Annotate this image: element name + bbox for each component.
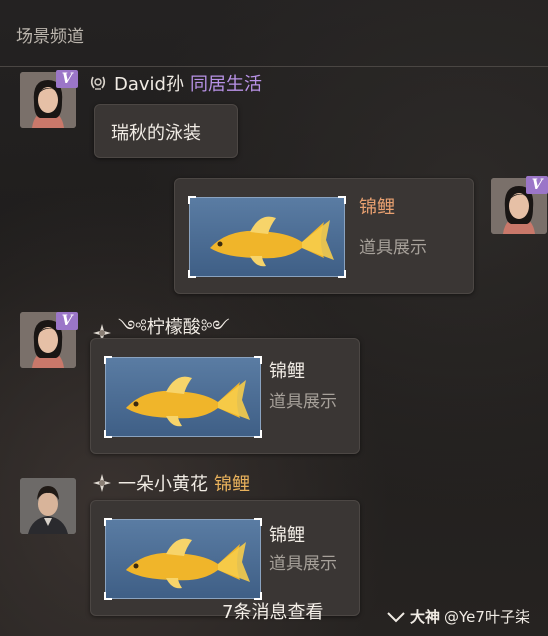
avatar-male[interactable] [20,478,76,534]
item-subtitle: 道具展示 [269,392,337,412]
watermark-handle: @Ye7叶子柒 [444,608,530,626]
sender-row: David孙 同居生活 [88,70,262,96]
item-thumbnail[interactable] [104,518,262,600]
item-thumbnail[interactable] [188,196,346,278]
vip-badge-icon: V [526,176,548,194]
item-share-bubble[interactable]: 锦鲤 道具展示 [174,178,474,294]
vip-badge-icon: V [56,70,78,88]
channel-title: 场景频道 [16,27,84,47]
sender-row: 一朵小黄花 锦鲤 [92,470,250,496]
watermark-brand: 大神 [410,608,441,626]
item-name: 锦鲤 [269,525,305,546]
view-new-messages-button[interactable]: 7条消息查看 [222,598,323,624]
goldfish-icon [126,376,250,427]
sender-tag: 锦鲤 [214,474,250,495]
item-thumbnail[interactable] [104,356,262,438]
goldfish-icon [126,538,250,589]
item-subtitle: 道具展示 [359,238,427,258]
sender-name[interactable]: David孙 [114,70,184,96]
vip-badge-icon: V [56,312,78,330]
sparkle-badge-icon [93,474,111,492]
item-name: 锦鲤 [359,197,395,218]
channel-header: 场景频道 [0,0,548,67]
message-text: 瑞秋的泳装 [111,123,201,144]
item-name: 锦鲤 [269,361,305,382]
item-subtitle: 道具展示 [269,554,337,574]
item-share-bubble[interactable]: 锦鲤 道具展示 [90,338,360,454]
sender-name[interactable]: 一朵小黄花 [118,470,208,496]
goldfish-icon [210,216,334,267]
laurel-badge-icon [90,76,106,90]
sender-tag: 同居生活 [189,74,262,95]
chevron-down-icon [387,611,405,622]
message-bubble[interactable]: 瑞秋的泳装 [94,104,238,158]
watermark: 大神 @Ye7叶子柒 [386,606,530,627]
